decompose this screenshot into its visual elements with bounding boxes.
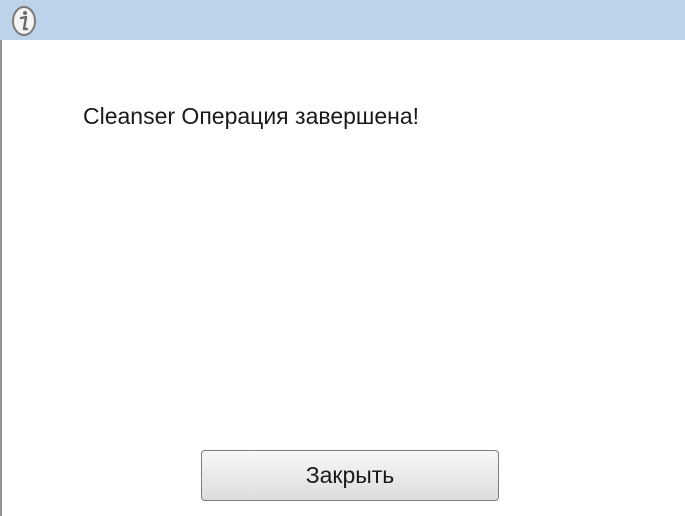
title-bar: [0, 0, 685, 40]
info-dialog: Cleanser Операция завершена! Закрыть: [0, 0, 685, 516]
title-icon-area: [1, 1, 56, 39]
info-icon: [12, 6, 36, 36]
dialog-message: Cleanser Операция завершена!: [83, 103, 420, 129]
window-left-border: [0, 40, 2, 516]
close-button[interactable]: Закрыть: [201, 450, 499, 501]
